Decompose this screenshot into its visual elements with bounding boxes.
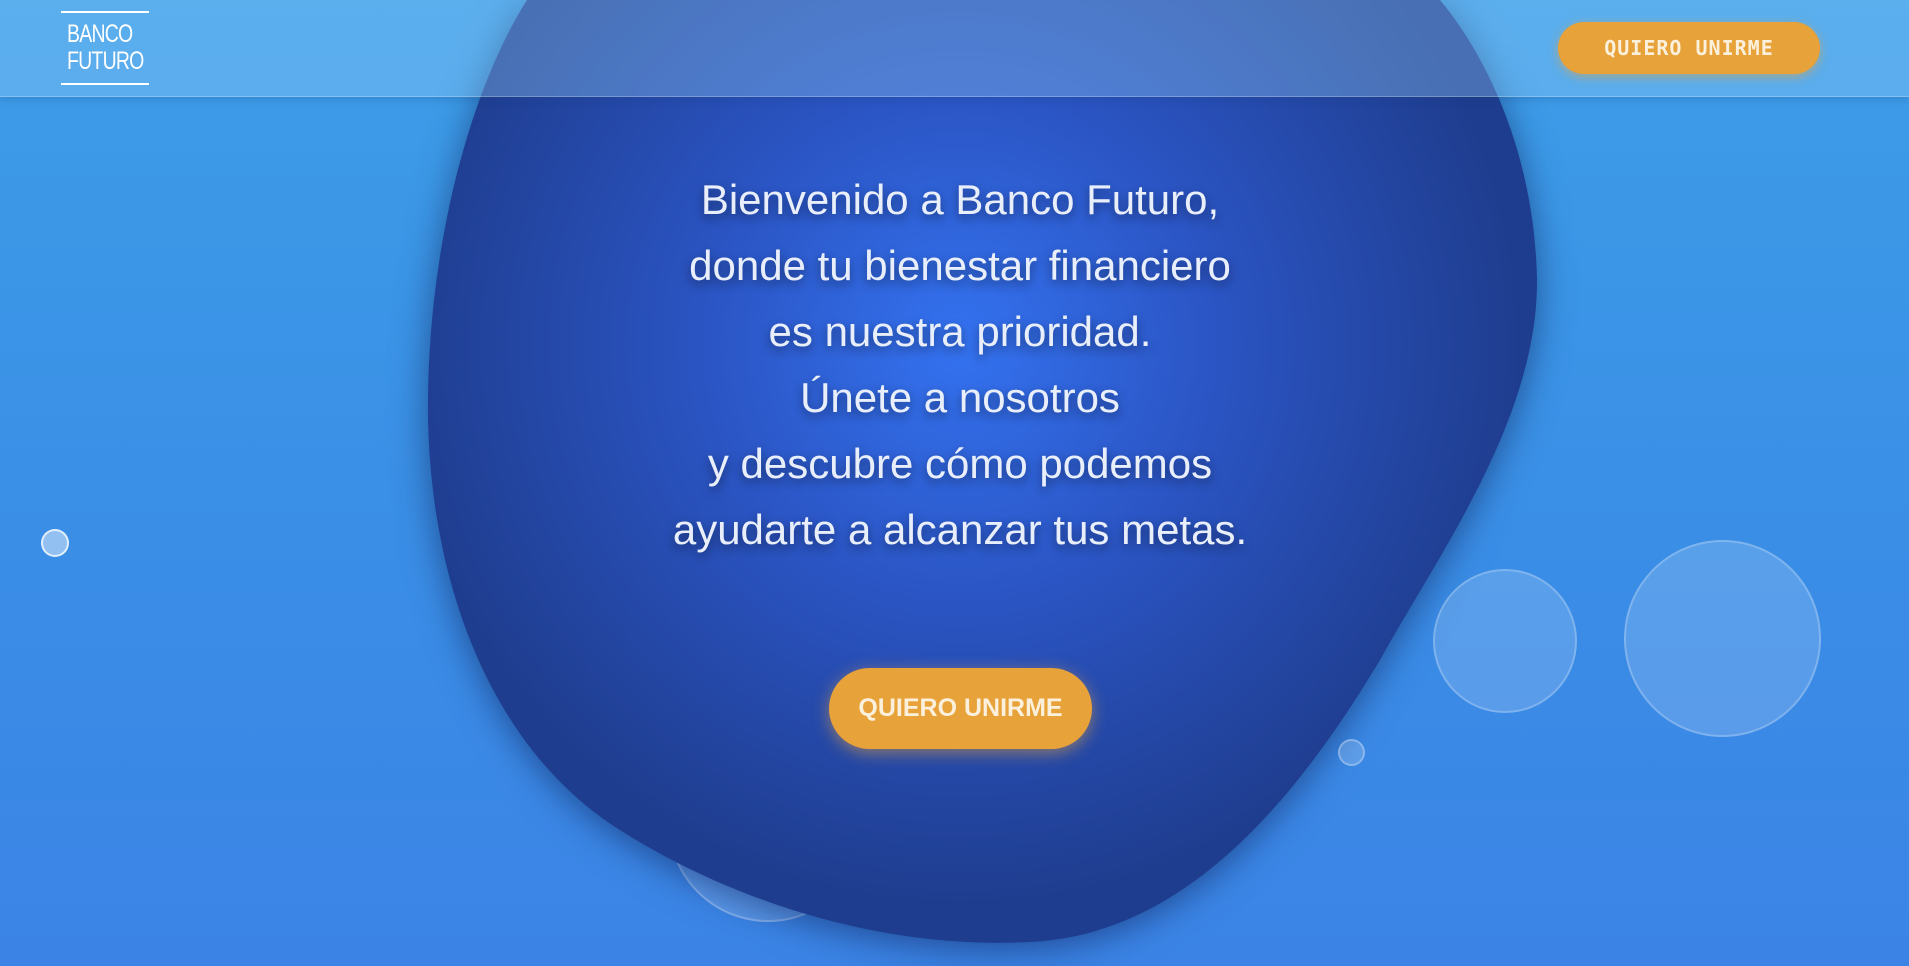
header-join-button[interactable]: QUIERO UNIRME [1558, 22, 1820, 74]
decorative-bubble [41, 529, 69, 557]
decorative-bubble [1624, 540, 1821, 737]
top-navbar: BANCO FUTURO QUIERO UNIRME [0, 0, 1909, 97]
hero-text-line: donde tu bienestar financiero [689, 242, 1231, 289]
hero-text-line: Bienvenido a Banco Futuro, [700, 176, 1220, 223]
logo-text-line2: FUTURO [67, 47, 144, 75]
hero-text-line: ayudarte a alcanzar tus metas. [672, 506, 1248, 553]
decorative-bubble [1338, 739, 1365, 766]
decorative-bubble [668, 770, 868, 922]
banco-futuro-logo[interactable]: BANCO FUTURO [61, 11, 149, 85]
hero-text-line: Únete a nosotros [800, 374, 1120, 421]
logo-text-line1: BANCO [67, 20, 133, 48]
hero-message: Bienvenido a Banco Futuro, donde tu bien… [560, 167, 1360, 563]
decorative-bubble [1433, 569, 1577, 713]
hero-join-button[interactable]: QUIERO UNIRME [829, 668, 1092, 749]
hero-text-line: y descubre cómo podemos [707, 440, 1213, 487]
hero-text-line: es nuestra prioridad. [768, 308, 1152, 355]
